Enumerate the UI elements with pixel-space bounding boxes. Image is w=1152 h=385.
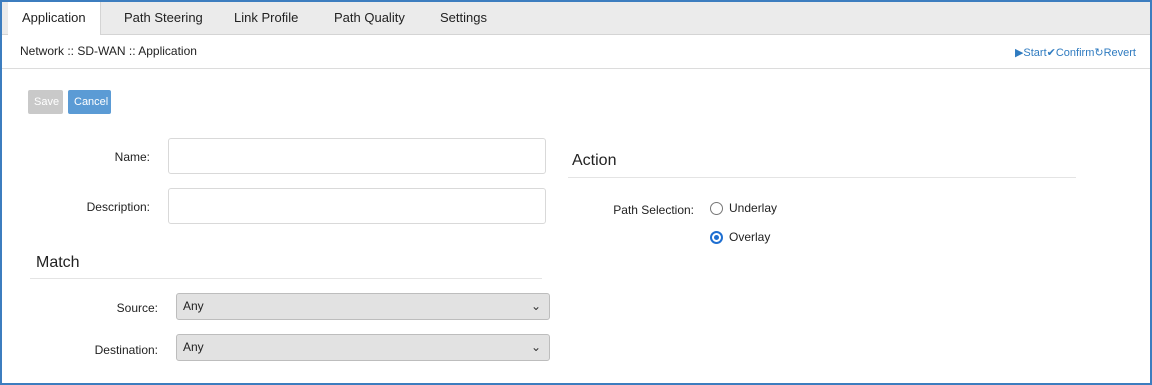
tab-path-steering[interactable]: Path Steering [110, 2, 217, 35]
destination-label: Destination: [94, 343, 158, 357]
action-section-title: Action [572, 152, 617, 169]
radio-underlay[interactable]: Underlay [710, 201, 777, 215]
name-label: Name: [114, 150, 150, 164]
destination-select[interactable]: Any ⌄ [176, 334, 550, 361]
source-value: Any [183, 299, 204, 313]
match-section-title: Match [36, 254, 80, 271]
source-label: Source: [116, 301, 158, 315]
breadcrumb-bar: Network :: SD-WAN :: Application ▶Start✔… [2, 35, 1150, 69]
save-button[interactable]: Save [28, 90, 63, 114]
path-selection-label: Path Selection: [613, 203, 694, 217]
chevron-down-icon: ⌄ [530, 340, 541, 354]
tab-settings[interactable]: Settings [426, 2, 501, 35]
action-divider [568, 177, 1076, 178]
overlay-label: Overlay [729, 230, 771, 244]
radio-button-checked[interactable] [710, 230, 723, 244]
tab-application[interactable]: Application [8, 2, 101, 36]
header-actions: ▶Start✔Confirm↻Revert [1015, 46, 1136, 59]
source-select[interactable]: Any ⌄ [176, 293, 550, 320]
cancel-button[interactable]: Cancel [68, 90, 111, 114]
description-label: Description: [86, 200, 150, 214]
revert-link[interactable]: ↻Revert [1094, 47, 1136, 59]
start-link[interactable]: ▶Start [1015, 47, 1047, 59]
chevron-down-icon: ⌄ [530, 299, 541, 313]
confirm-link[interactable]: ✔Confirm [1047, 47, 1095, 59]
underlay-label: Underlay [729, 201, 778, 215]
tab-link-profile[interactable]: Link Profile [220, 2, 312, 35]
breadcrumb: Network :: SD-WAN :: Application [20, 44, 197, 58]
name-input[interactable] [168, 138, 546, 174]
description-input[interactable] [168, 188, 546, 224]
match-divider [30, 278, 542, 279]
destination-value: Any [183, 340, 204, 354]
radio-overlay[interactable]: Overlay [710, 230, 770, 244]
tab-bar: Application Path Steering Link Profile P… [2, 2, 1150, 36]
radio-button-unchecked[interactable] [710, 201, 723, 215]
tab-path-quality[interactable]: Path Quality [320, 2, 419, 35]
